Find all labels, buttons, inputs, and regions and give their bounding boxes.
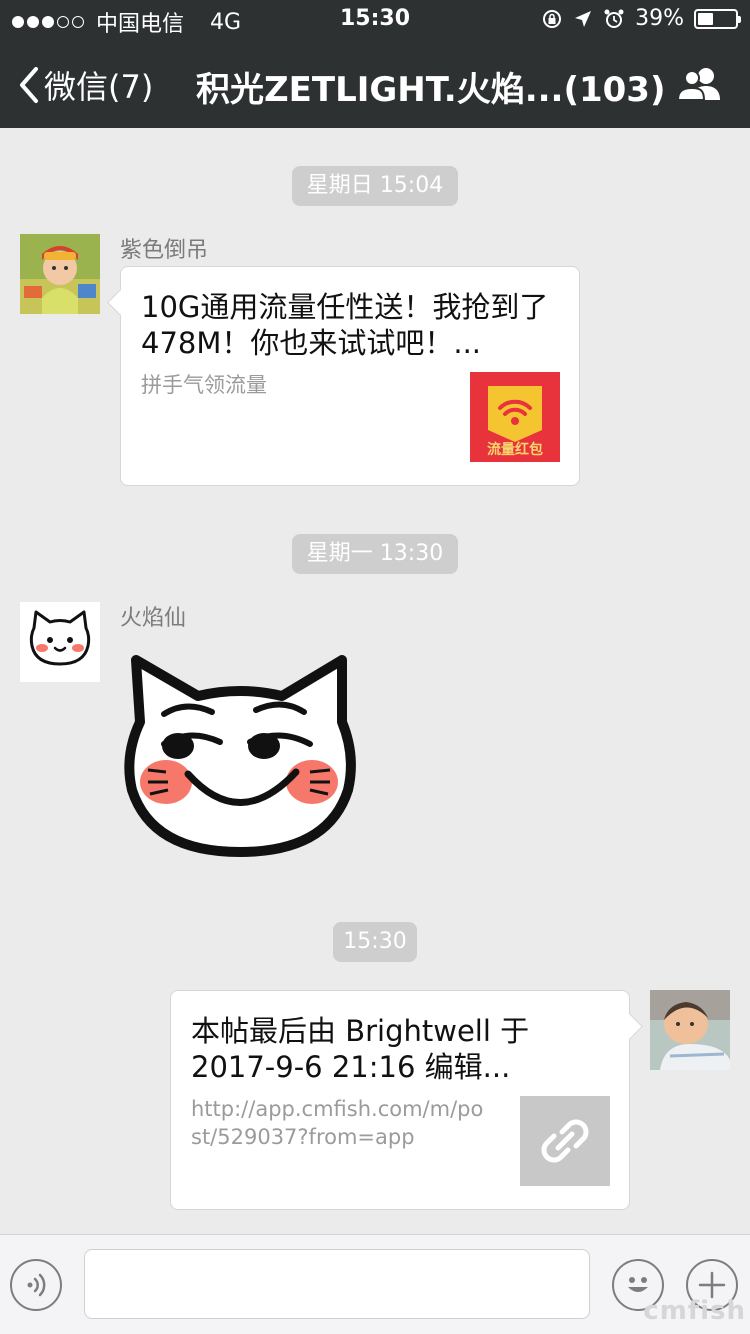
nav-bar: 微信(7) 积光ZETLIGHT.火焰...(103) (0, 40, 750, 128)
link-icon (541, 1119, 589, 1163)
card-title: 10G通用流量任性送！我抢到了478M！你也来试试吧！... (141, 290, 549, 360)
baby-avatar-image (650, 990, 730, 1070)
sticker-message[interactable] (120, 652, 360, 862)
input-toolbar (0, 1234, 750, 1334)
timestamp-chip: 15:30 (333, 922, 417, 962)
top-bar: 中国电信 4G 15:30 39% 微信(7) 积光ZETLIGHT.火焰...… (0, 0, 750, 128)
card-title: 本帖最后由 Brightwell 于 2017-9-6 21:16 编辑... (191, 1014, 530, 1084)
link-card[interactable]: 10G通用流量任性送！我抢到了478M！你也来试试吧！... 拼手气领流量 流量… (107, 266, 580, 486)
voice-icon (27, 1273, 46, 1297)
group-members-icon (676, 68, 720, 101)
cat-avatar-icon (29, 610, 91, 666)
sender-name: 紫色倒吊 (120, 238, 209, 263)
timestamp-chip: 星期一 13:30 (292, 534, 458, 574)
back-label: 微信(7) (44, 68, 154, 106)
rotation-lock-icon (543, 9, 562, 28)
avatar[interactable] (650, 990, 730, 1070)
card-description: http://app.cmfish.com/m/post/529037?from… (191, 1097, 484, 1149)
back-button[interactable]: 微信(7) (18, 62, 153, 108)
chat-title: 积光ZETLIGHT.火焰...(103) (196, 70, 666, 110)
status-bar: 中国电信 4G 15:30 39% (0, 0, 750, 40)
timestamp-chip: 星期日 15:04 (292, 166, 458, 206)
group-info-button[interactable] (676, 64, 724, 108)
link-thumbnail (520, 1096, 610, 1186)
baby-avatar-image (20, 234, 100, 314)
message-input[interactable] (84, 1249, 590, 1319)
thumbnail-label: 流量红包 (487, 442, 543, 458)
chevron-left-icon (20, 67, 38, 103)
avatar[interactable] (20, 234, 100, 314)
link-card[interactable]: 本帖最后由 Brightwell 于 2017-9-6 21:16 编辑... … (170, 990, 643, 1210)
battery-icon (694, 8, 741, 29)
battery-percent: 39% (635, 6, 684, 31)
location-icon (575, 10, 592, 27)
watermark: cmfish (643, 1296, 746, 1326)
alarm-icon (604, 9, 624, 28)
avatar[interactable] (20, 602, 100, 682)
card-description: 拼手气领流量 (141, 373, 267, 397)
sender-name: 火焰仙 (120, 606, 187, 631)
smirking-cat-sticker (124, 655, 356, 857)
red-packet-thumbnail: 流量红包 (470, 372, 560, 462)
voice-button[interactable] (10, 1259, 62, 1311)
